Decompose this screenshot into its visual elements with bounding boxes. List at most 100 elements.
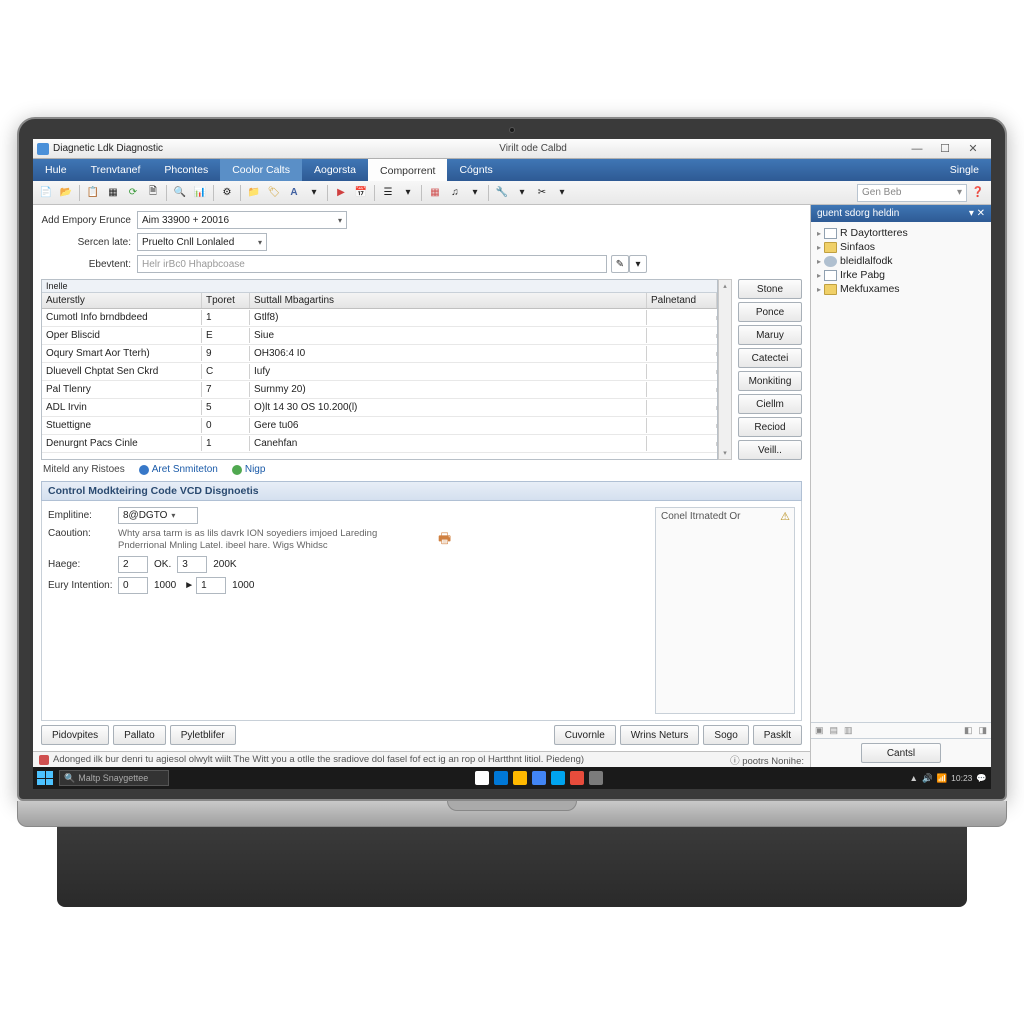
eury-val1[interactable]: 0 — [118, 577, 148, 594]
action-button-ponce[interactable]: Ponce — [738, 302, 802, 322]
tool-open-icon[interactable]: 📂 — [57, 184, 75, 202]
menu-coolor-calts[interactable]: Coolor Calts — [220, 159, 302, 181]
tool-play-icon[interactable]: ▶ — [332, 184, 350, 202]
bottom-button-wrins neturs[interactable]: Wrins Neturs — [620, 725, 700, 745]
side-mini-5-icon[interactable]: ◨ — [978, 725, 987, 736]
bottom-button-pidovpites[interactable]: Pidovpites — [41, 725, 109, 745]
haege-val2[interactable]: 3 — [177, 556, 207, 573]
toolbar-search-input[interactable]: Gen Beb▾ — [857, 184, 967, 202]
tool-gear-icon[interactable]: ⚙ — [218, 184, 236, 202]
tool-down-icon[interactable]: ▾ — [305, 184, 323, 202]
tree-item[interactable]: ▸R Daytortteres — [815, 226, 987, 240]
taskbar-app2-icon[interactable] — [494, 771, 508, 785]
tree-item[interactable]: ▸bleidlalfodk — [815, 254, 987, 268]
link-aret-snmiteton[interactable]: Aret Snmiteton — [139, 464, 218, 475]
th-tporet[interactable]: Tporet — [202, 293, 250, 308]
tool-font-icon[interactable]: A — [285, 184, 303, 202]
bottom-button-pasklt[interactable]: Pasklt — [753, 725, 802, 745]
table-scrollbar[interactable]: ▴▾ — [718, 279, 732, 460]
tool-grid-icon[interactable]: ▦ — [426, 184, 444, 202]
action-button-reciod[interactable]: Reciod — [738, 417, 802, 437]
tool-new-icon[interactable]: 📄 — [37, 184, 55, 202]
tool-help-icon[interactable]: ❓ — [969, 184, 987, 202]
tool-cut-icon[interactable]: ✂ — [533, 184, 551, 202]
side-mini-2-icon[interactable]: ▤ — [830, 725, 839, 736]
tool-list-icon[interactable]: ☰ — [379, 184, 397, 202]
print-icon[interactable]: 🖶 — [438, 528, 451, 552]
ebevtent-edit-icon[interactable]: ✎ — [611, 255, 629, 273]
side-close-icon[interactable]: ▾ ✕ — [969, 208, 985, 219]
taskbar-app4-icon[interactable] — [532, 771, 546, 785]
bottom-button-pyletblifer[interactable]: Pyletblifer — [170, 725, 236, 745]
side-mini-4-icon[interactable]: ◧ — [964, 725, 973, 736]
taskbar-app3-icon[interactable] — [513, 771, 527, 785]
tool-zoom-icon[interactable]: 🔍 — [171, 184, 189, 202]
taskbar-app1-icon[interactable] — [475, 771, 489, 785]
menu-hule[interactable]: Hule — [33, 159, 79, 181]
tool-copy-icon[interactable]: 📋 — [84, 184, 102, 202]
side-cancel-button[interactable]: Cantsl — [861, 743, 941, 763]
tree-item[interactable]: ▸Sinfaos — [815, 240, 987, 254]
tool-music-icon[interactable]: ♫ — [446, 184, 464, 202]
tool-tag-icon[interactable]: 🏷 — [265, 184, 283, 202]
tool-dd1-icon[interactable]: ▾ — [399, 184, 417, 202]
tool-dd3-icon[interactable]: ▾ — [513, 184, 531, 202]
menu-aogorsta[interactable]: Aogorsta — [302, 159, 368, 181]
table-row[interactable]: Pal Tlenry7Surnmy 20) — [42, 381, 717, 399]
bottom-button-sogo[interactable]: Sogo — [703, 725, 748, 745]
tool-refresh-icon[interactable]: ⟳ — [124, 184, 142, 202]
bottom-button-pallato[interactable]: Pallato — [113, 725, 166, 745]
maximize-button[interactable]: ☐ — [931, 141, 959, 157]
th-suttall[interactable]: Suttall Mbagartins — [250, 293, 647, 308]
table-row[interactable]: Cumotl Info brndbdeed1Gtlf8) — [42, 309, 717, 327]
menu-single[interactable]: Single — [938, 159, 991, 181]
tool-dd2-icon[interactable]: ▾ — [466, 184, 484, 202]
table-row[interactable]: Stuettigne0Gere tu06 — [42, 417, 717, 435]
action-button-ciellm[interactable]: Ciellm — [738, 394, 802, 414]
taskbar-app7-icon[interactable] — [589, 771, 603, 785]
menu-phcontes[interactable]: Phcontes — [152, 159, 220, 181]
close-button[interactable]: ✕ — [959, 141, 987, 157]
th-auterstly[interactable]: Auterstly — [42, 293, 202, 308]
input-add-empory[interactable]: Aim 33900 + 20016 — [137, 211, 347, 229]
taskbar-search[interactable]: 🔍 Maltp Snaygettee — [59, 770, 169, 786]
minimize-button[interactable]: — — [903, 141, 931, 157]
tree-item[interactable]: ▸Irke Pabg — [815, 268, 987, 282]
link-nigp[interactable]: Nigp — [232, 464, 266, 475]
input-sercen-late[interactable]: Pruelto Cnll Lonlaled — [137, 233, 267, 251]
eury-val2[interactable]: 1 — [196, 577, 226, 594]
tool-doc-icon[interactable]: 🗎 — [144, 184, 162, 202]
taskbar-app6-icon[interactable] — [570, 771, 584, 785]
side-mini-3-icon[interactable]: ▥ — [844, 725, 853, 736]
action-button-stone[interactable]: Stone — [738, 279, 802, 299]
start-button[interactable] — [37, 771, 53, 785]
action-button-catectei[interactable]: Catectei — [738, 348, 802, 368]
table-row[interactable]: ADL Irvin5O)lt 14 30 OS 10.200(l) — [42, 399, 717, 417]
table-row[interactable]: Denurgnt Pacs Cinle1Canehfan — [42, 435, 717, 453]
haege-val1[interactable]: 2 — [118, 556, 148, 573]
tool-chart-icon[interactable]: 📊 — [191, 184, 209, 202]
menu-trenvtanef[interactable]: Trenvtanef — [79, 159, 153, 181]
action-button-veill[interactable]: Veill.. — [738, 440, 802, 460]
table-row[interactable]: Oqury Smart Aor Tterh)9OH306:4 I0 — [42, 345, 717, 363]
bottom-button-cuvornle[interactable]: Cuvornle — [554, 725, 616, 745]
menu-cognts[interactable]: Cógnts — [447, 159, 504, 181]
side-mini-1-icon[interactable]: ▣ — [815, 725, 824, 736]
th-palnetand[interactable]: Palnetand — [647, 293, 717, 308]
ebevtent-dd-icon[interactable]: ▾ — [629, 255, 647, 273]
action-button-maruy[interactable]: Maruy — [738, 325, 802, 345]
action-button-monkiting[interactable]: Monkiting — [738, 371, 802, 391]
system-tray[interactable]: ▲🔊📶10:23💬 — [910, 773, 987, 784]
table-row[interactable]: Dluevell Chptat Sen CkrdCIufy — [42, 363, 717, 381]
tool-table-icon[interactable]: ▦ — [104, 184, 122, 202]
tool-wrench-icon[interactable]: 🔧 — [493, 184, 511, 202]
tool-calendar-icon[interactable]: 📅 — [352, 184, 370, 202]
taskbar-app5-icon[interactable] — [551, 771, 565, 785]
table-row[interactable]: Oper BliscidESiue — [42, 327, 717, 345]
input-ebevtent[interactable]: Helr irBc0 Hhapbcoase — [137, 255, 607, 273]
tool-dd4-icon[interactable]: ▾ — [553, 184, 571, 202]
menu-comporrent[interactable]: Comporrent — [368, 159, 447, 181]
input-emplitine[interactable]: 8@DGTO — [118, 507, 198, 524]
tool-folder-icon[interactable]: 📁 — [245, 184, 263, 202]
tree-item[interactable]: ▸Mekfuxames — [815, 282, 987, 296]
